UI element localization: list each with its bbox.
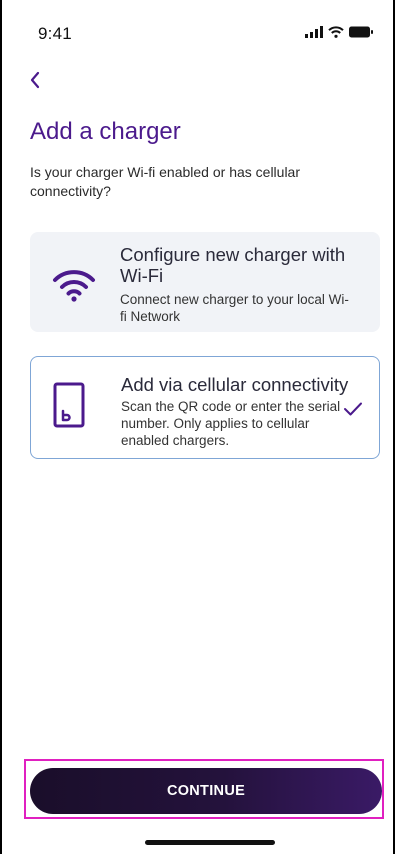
wifi-icon	[53, 270, 95, 302]
status-icons	[305, 26, 373, 38]
signal-icon	[305, 26, 323, 38]
home-indicator	[145, 840, 275, 845]
option-description: Scan the QR code or enter the serial num…	[121, 399, 341, 448]
page-subtitle: Is your charger Wi-fi enabled or has cel…	[30, 164, 301, 199]
wifi-status-icon	[328, 26, 344, 38]
status-bar: 9:41	[2, 0, 393, 56]
option-title: Configure new charger with Wi-Fi	[120, 244, 346, 286]
checkmark-icon	[344, 402, 362, 416]
phone-screen: 9:41 Add a charger Is your charger Wi-fi…	[0, 0, 395, 854]
status-time: 9:41	[38, 24, 72, 43]
option-card-wifi[interactable]: Configure new charger with Wi-Fi Connect…	[30, 232, 380, 332]
continue-button[interactable]: CONTINUE	[30, 768, 382, 814]
option-card-cellular[interactable]: Add via cellular connectivity Scan the Q…	[30, 356, 380, 459]
option-description: Connect new charger to your local Wi-fi …	[120, 292, 349, 324]
battery-icon	[349, 26, 373, 38]
back-chevron-icon[interactable]	[24, 68, 48, 92]
option-title: Add via cellular connectivity	[121, 374, 349, 395]
phone-icon	[53, 382, 85, 428]
page-title: Add a charger	[30, 118, 181, 145]
